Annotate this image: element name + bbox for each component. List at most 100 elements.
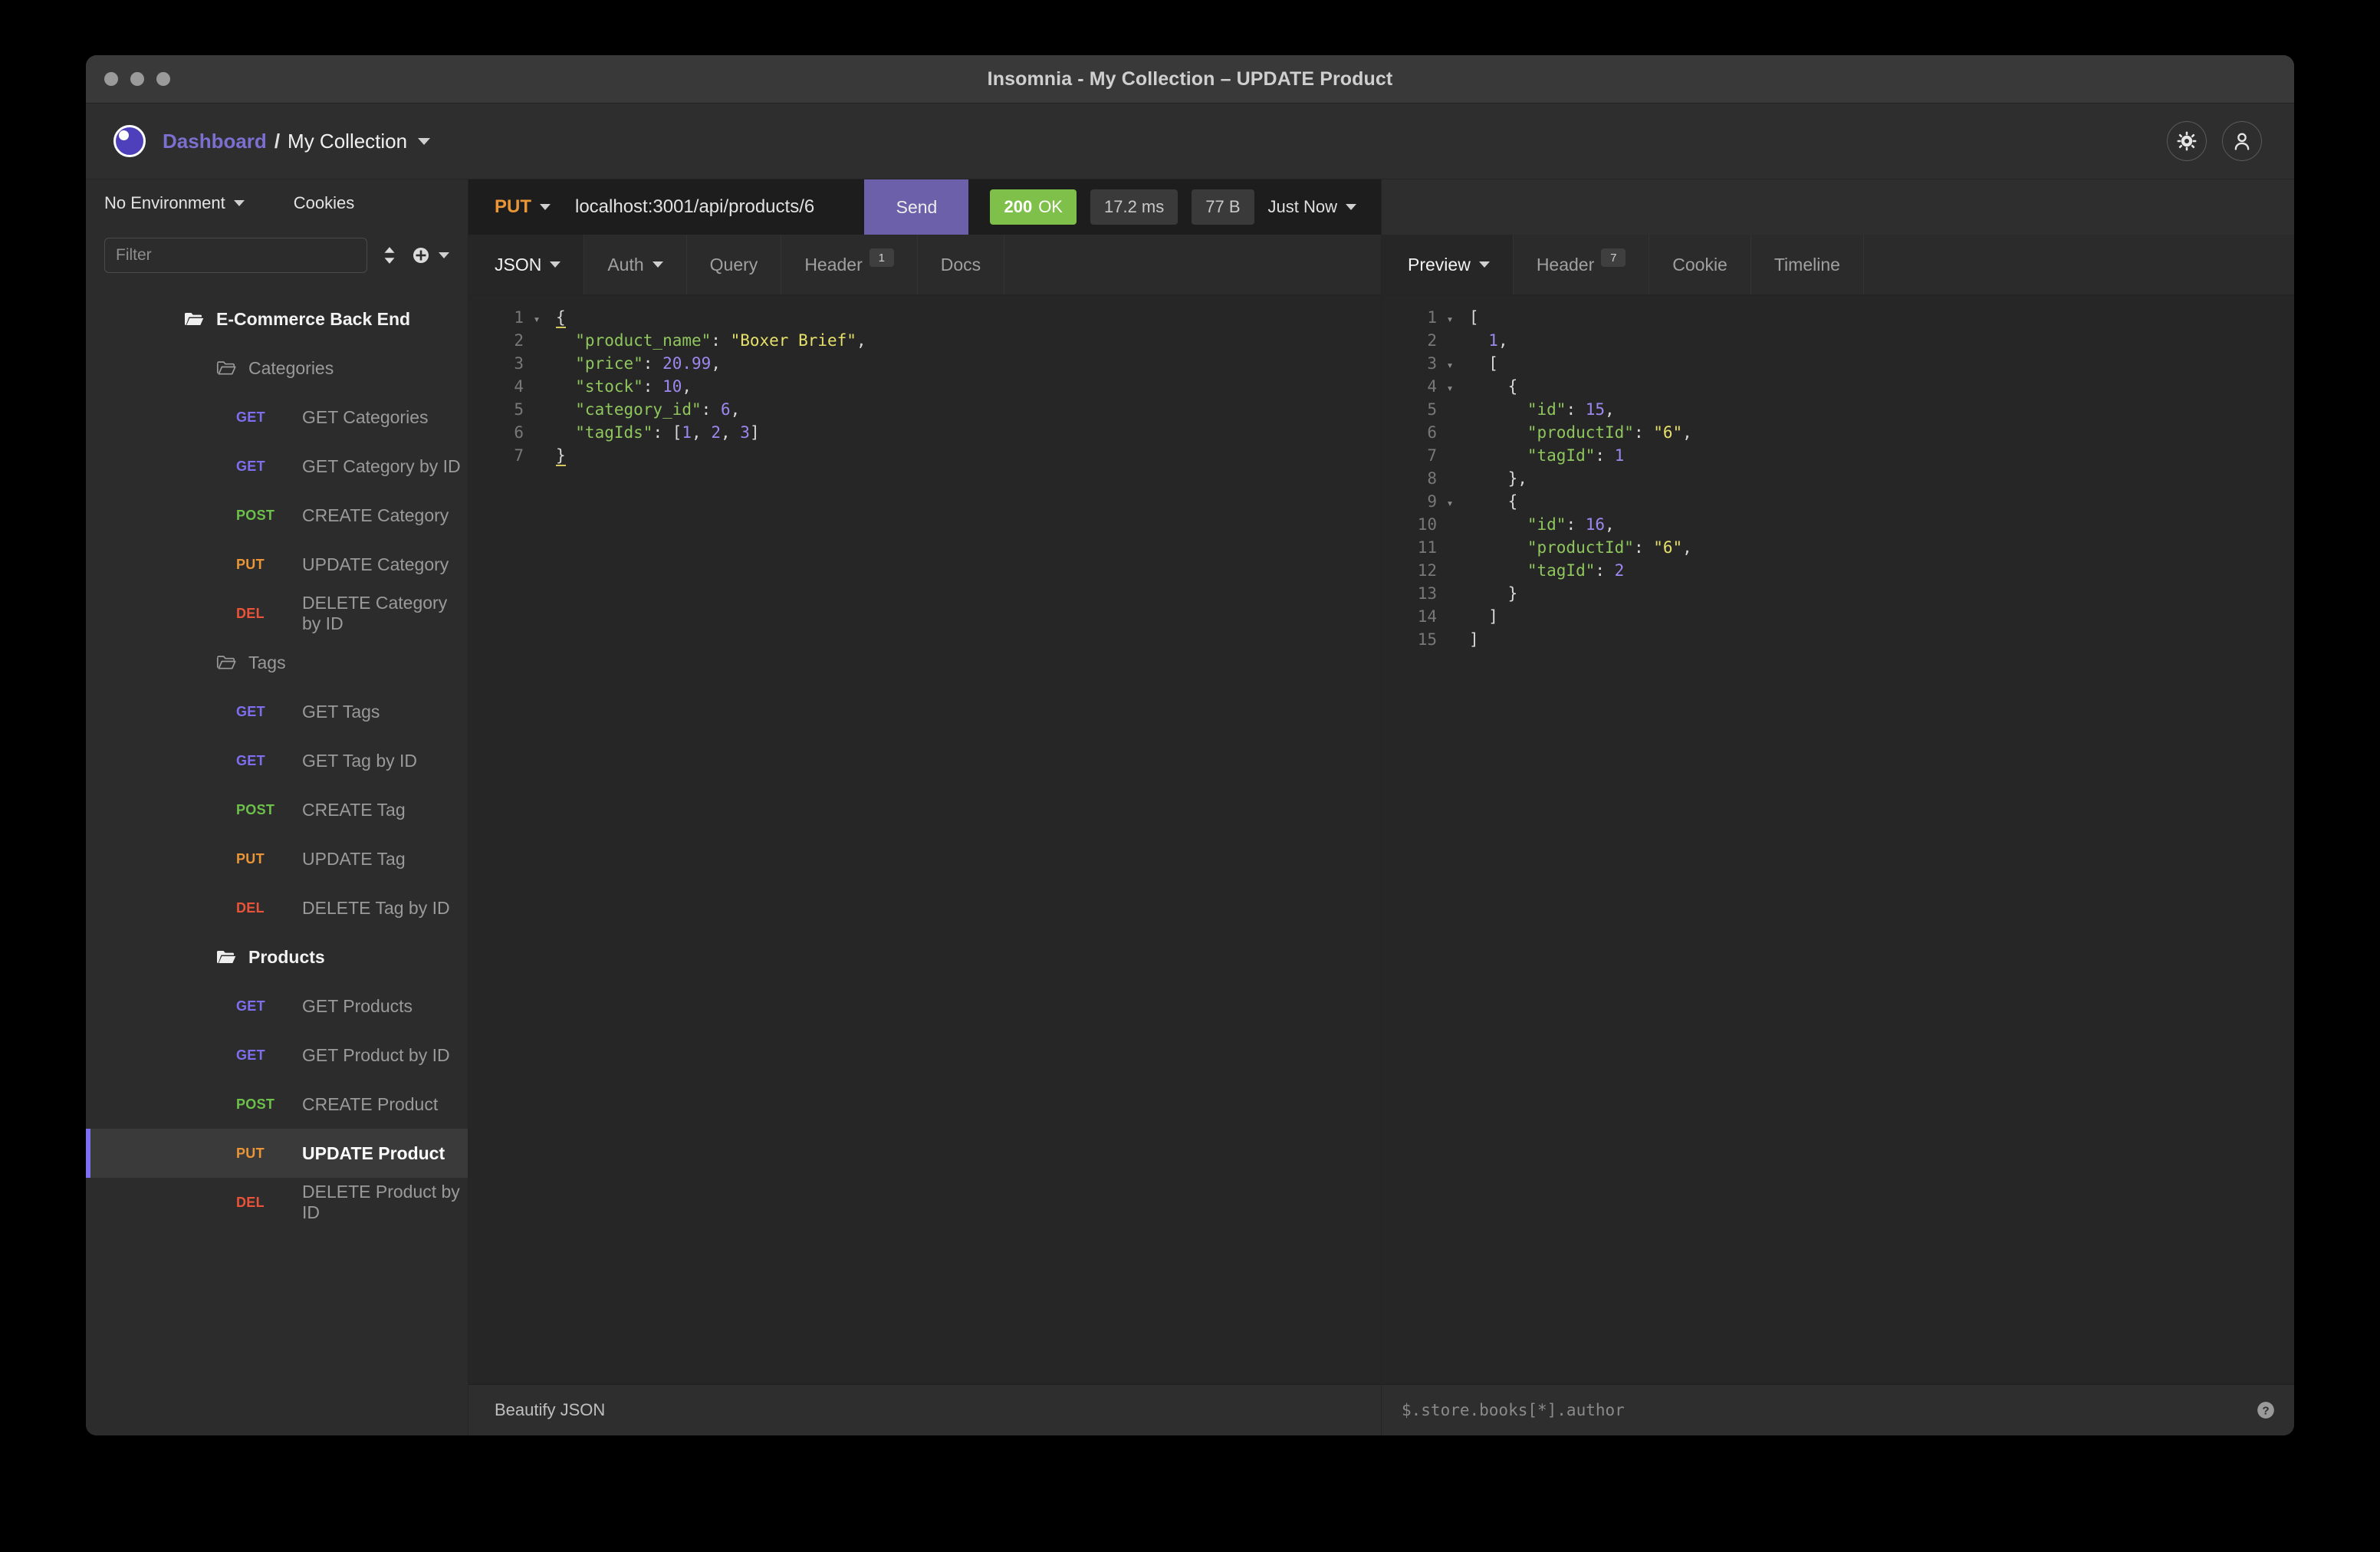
request-method-label: GET — [236, 1047, 302, 1064]
status-badge[interactable]: 200 OK — [990, 189, 1077, 225]
code-text: ] — [1458, 605, 1498, 628]
folder-outline-icon — [216, 360, 236, 376]
line-number: 7 — [1382, 444, 1441, 467]
close-window-button[interactable] — [104, 72, 118, 86]
request-footer: Beautify JSON — [468, 1384, 1381, 1435]
chevron-down-icon — [1479, 261, 1490, 268]
code-line: 9▾ { — [1382, 490, 2294, 513]
fold-toggle-icon[interactable]: ▾ — [1441, 376, 1458, 400]
tab-header[interactable]: Header7 — [1514, 235, 1649, 294]
send-button[interactable]: Send — [864, 179, 968, 235]
code-line: 7 "tagId": 1 — [1382, 444, 2294, 467]
request-body-editor[interactable]: 1▾{2 "product_name": "Boxer Brief",3 "pr… — [468, 295, 1381, 1384]
code-line: 7} — [468, 444, 1381, 467]
add-request-button[interactable] — [412, 246, 449, 265]
sidebar-request-delete-product-by-id[interactable]: DELDELETE Product by ID — [86, 1178, 468, 1227]
code-line: 10 "id": 16, — [1382, 513, 2294, 536]
request-method-label: POST — [236, 802, 302, 818]
environment-label: No Environment — [104, 193, 225, 213]
sidebar-request-update-tag[interactable]: PUTUPDATE Tag — [86, 834, 468, 883]
sidebar-request-delete-tag-by-id[interactable]: DELDELETE Tag by ID — [86, 883, 468, 932]
app-window: Insomnia - My Collection – UPDATE Produc… — [86, 55, 2294, 1435]
sidebar-request-get-tag-by-id[interactable]: GETGET Tag by ID — [86, 736, 468, 785]
sidebar-request-get-products[interactable]: GETGET Products — [86, 982, 468, 1031]
response-size-badge[interactable]: 77 B — [1192, 189, 1254, 225]
jsonpath-filter-input[interactable] — [1400, 1400, 2245, 1420]
sidebar-request-get-category-by-id[interactable]: GETGET Category by ID — [86, 442, 468, 491]
tree-workspace-e-commerce-back-end[interactable]: E-Commerce Back End — [86, 294, 468, 344]
tab-auth[interactable]: Auth — [584, 235, 686, 294]
response-history-selector[interactable]: Just Now — [1268, 197, 1361, 217]
line-number: 8 — [1382, 467, 1441, 490]
line-number: 4 — [468, 375, 528, 398]
sidebar-request-create-product[interactable]: POSTCREATE Product — [86, 1080, 468, 1129]
method-selector[interactable]: PUT — [468, 196, 561, 218]
line-number: 14 — [1382, 605, 1441, 628]
tab-header[interactable]: Header1 — [781, 235, 917, 294]
tab-query[interactable]: Query — [687, 235, 782, 294]
tab-docs[interactable]: Docs — [918, 235, 1004, 294]
fold-toggle-icon[interactable]: ▾ — [1441, 353, 1458, 376]
fold-toggle-icon[interactable]: ▾ — [1441, 492, 1458, 515]
tree-item-label: GET Category by ID — [302, 456, 461, 477]
tab-label: Preview — [1408, 255, 1471, 275]
tab-cookie[interactable]: Cookie — [1649, 235, 1751, 294]
tree-folder-products[interactable]: Products — [86, 932, 468, 982]
sidebar-filter-bar — [86, 227, 468, 284]
tree-folder-categories[interactable]: Categories — [86, 344, 468, 393]
maximize-window-button[interactable] — [156, 72, 170, 86]
folder-open-icon — [216, 949, 236, 965]
request-method-label: DEL — [236, 606, 302, 622]
cookies-button[interactable]: Cookies — [294, 193, 354, 213]
environment-selector[interactable]: No Environment — [104, 193, 245, 213]
sidebar-request-get-categories[interactable]: GETGET Categories — [86, 393, 468, 442]
plus-circle-icon — [412, 246, 430, 265]
sidebar-request-delete-category-by-id[interactable]: DELDELETE Category by ID — [86, 589, 468, 638]
sort-button[interactable] — [381, 245, 398, 265]
sidebar-request-create-category[interactable]: POSTCREATE Category — [86, 491, 468, 540]
breadcrumb-current-workspace[interactable]: My Collection — [288, 130, 407, 153]
insomnia-logo-icon — [113, 125, 146, 157]
code-text: ] — [1458, 628, 1479, 651]
beautify-json-button[interactable]: Beautify JSON — [495, 1400, 605, 1420]
sidebar-request-get-product-by-id[interactable]: GETGET Product by ID — [86, 1031, 468, 1080]
tab-json[interactable]: JSON — [468, 235, 584, 294]
chevron-down-icon — [234, 200, 245, 206]
code-line: 2 1, — [1382, 329, 2294, 352]
code-line: 6 "tagIds": [1, 2, 3] — [468, 421, 1381, 444]
fold-toggle-icon[interactable]: ▾ — [528, 307, 545, 330]
settings-button[interactable] — [2167, 121, 2207, 161]
url-input[interactable] — [561, 196, 864, 218]
filter-input[interactable] — [104, 238, 367, 273]
sidebar-request-get-tags[interactable]: GETGET Tags — [86, 687, 468, 736]
sidebar-request-create-tag[interactable]: POSTCREATE Tag — [86, 785, 468, 834]
tree-item-label: DELETE Product by ID — [302, 1182, 468, 1223]
tab-preview[interactable]: Preview — [1382, 235, 1514, 294]
chevron-down-icon[interactable] — [418, 138, 430, 145]
code-text: { — [1458, 375, 1517, 398]
question-circle-icon: ? — [2256, 1400, 2276, 1420]
line-number: 15 — [1382, 628, 1441, 651]
tree-folder-tags[interactable]: Tags — [86, 638, 468, 687]
request-method-label: GET — [236, 409, 302, 426]
sidebar-request-update-category[interactable]: PUTUPDATE Category — [86, 540, 468, 589]
response-body-viewer[interactable]: 1▾[2 1,3▾ [4▾ {5 "id": 15,6 "productId":… — [1382, 295, 2294, 1384]
tree-item-label: GET Products — [302, 996, 413, 1017]
breadcrumb-dashboard-link[interactable]: Dashboard — [163, 130, 267, 153]
code-text: "id": 16, — [1458, 513, 1615, 536]
code-line: 8 }, — [1382, 467, 2294, 490]
sidebar-request-update-product[interactable]: PUTUPDATE Product — [86, 1129, 468, 1178]
code-text: } — [1458, 582, 1517, 605]
line-number: 3 — [468, 352, 528, 375]
code-text: } — [545, 444, 566, 467]
line-number: 12 — [1382, 559, 1441, 582]
help-button[interactable]: ? — [2256, 1400, 2276, 1420]
tab-timeline[interactable]: Timeline — [1751, 235, 1864, 294]
response-time-badge[interactable]: 17.2 ms — [1090, 189, 1178, 225]
minimize-window-button[interactable] — [130, 72, 144, 86]
app-header: Dashboard / My Collection — [86, 104, 2294, 179]
account-button[interactable] — [2222, 121, 2262, 161]
tree-item-label: CREATE Product — [302, 1094, 438, 1115]
fold-toggle-icon[interactable]: ▾ — [1441, 307, 1458, 330]
code-text: "product_name": "Boxer Brief", — [545, 329, 866, 352]
